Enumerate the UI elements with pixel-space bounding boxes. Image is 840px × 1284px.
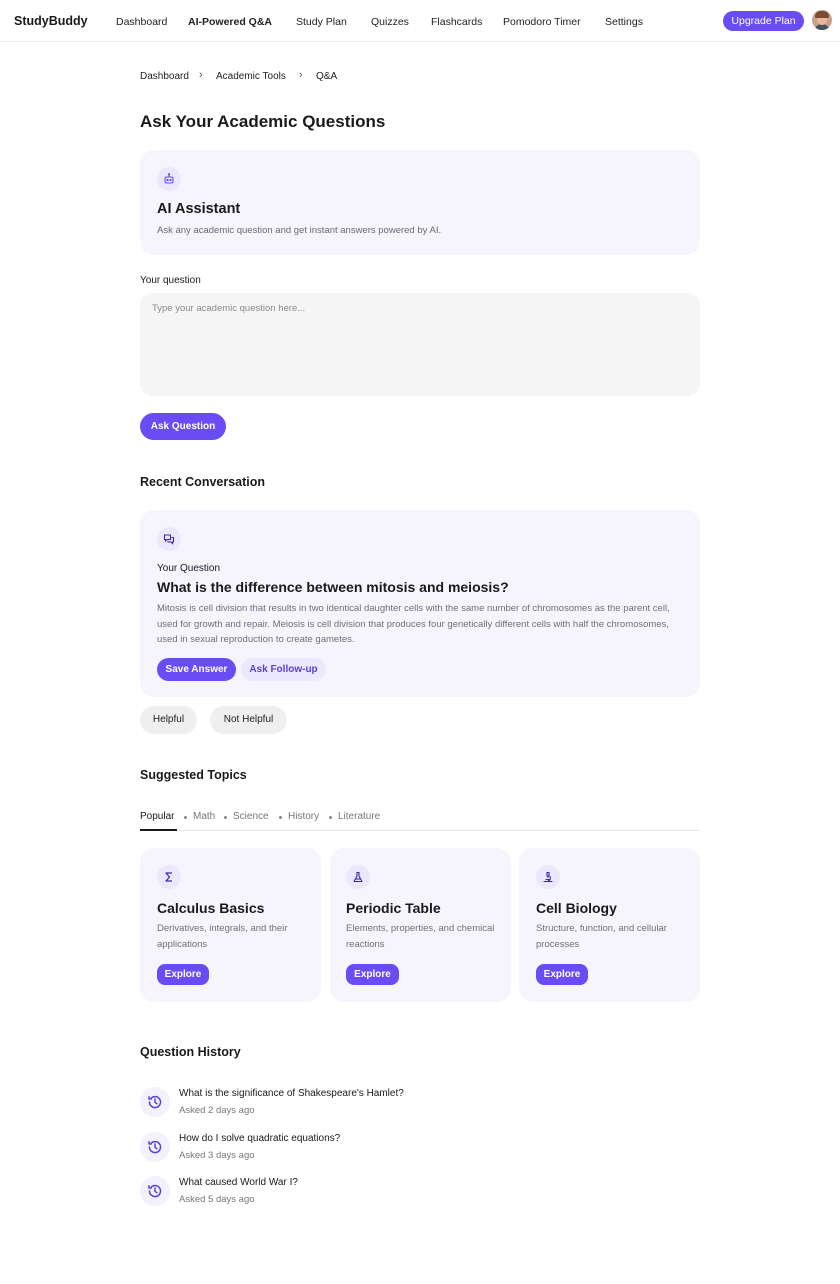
nav-item-study-plan[interactable]: Study Plan	[296, 16, 347, 28]
avatar[interactable]	[812, 10, 832, 30]
tab-history[interactable]: History	[288, 811, 319, 822]
history-icon	[140, 1132, 170, 1162]
recent-conversation-title: Recent Conversation	[140, 475, 266, 489]
explore-button[interactable]: Explore	[346, 964, 399, 985]
not-helpful-button[interactable]: Not Helpful	[210, 706, 287, 734]
history-question[interactable]: How do I solve quadratic equations?	[179, 1133, 340, 1144]
tab-separator-dot	[279, 816, 282, 819]
nav-item-settings[interactable]: Settings	[605, 16, 643, 28]
breadcrumb-academic-tools[interactable]: Academic Tools	[216, 71, 286, 82]
conversation-answer: Mitosis is cell division that results in…	[157, 603, 670, 645]
breadcrumb-dashboard[interactable]: Dashboard	[140, 71, 189, 82]
nav-item-dashboard[interactable]: Dashboard	[116, 16, 167, 28]
history-icon	[140, 1087, 170, 1117]
page-title: Ask Your Academic Questions	[140, 112, 386, 131]
upgrade-plan-button[interactable]: Upgrade Plan	[723, 11, 804, 31]
tab-literature[interactable]: Literature	[338, 811, 380, 822]
explore-button[interactable]: Explore	[536, 964, 588, 985]
nav-item-pomodoro[interactable]: Pomodoro Timer	[503, 16, 581, 28]
history-time: Asked 5 days ago	[179, 1194, 255, 1205]
conversation-question: What is the difference between mitosis a…	[157, 579, 509, 595]
ask-question-button[interactable]: Ask Question	[140, 413, 226, 440]
question-history-title: Question History	[140, 1045, 241, 1059]
active-tab-indicator	[140, 829, 177, 831]
tab-separator-dot	[224, 816, 227, 819]
tab-separator-dot	[329, 816, 332, 819]
history-question[interactable]: What caused World War I?	[179, 1177, 298, 1188]
avatar-hair	[815, 11, 829, 18]
your-question-label: Your Question	[157, 563, 221, 574]
chevron-right-icon: ›	[299, 69, 303, 81]
tab-popular[interactable]: Popular	[140, 811, 174, 822]
explore-button[interactable]: Explore	[157, 964, 209, 985]
ask-follow-up-button[interactable]: Ask Follow-up	[241, 658, 326, 681]
nav-item-quizzes[interactable]: Quizzes	[371, 16, 409, 28]
topic-title: Calculus Basics	[157, 900, 265, 916]
tab-separator-dot	[184, 816, 187, 819]
chevron-right-icon: ›	[199, 69, 203, 81]
save-answer-button[interactable]: Save Answer	[157, 658, 236, 681]
topic-description: Elements, properties, and chemical react…	[346, 923, 495, 950]
microscope-icon	[536, 865, 560, 889]
question-label: Your question	[140, 275, 201, 286]
nav-item-flashcards[interactable]: Flashcards	[431, 16, 482, 28]
suggested-topics-title: Suggested Topics	[140, 768, 247, 782]
flask-icon	[346, 865, 370, 889]
chat-bubbles-icon	[157, 527, 181, 551]
topic-description: Structure, function, and cellular proces…	[536, 923, 667, 950]
assistant-title: AI Assistant	[157, 201, 241, 217]
nav-item-ai-qa[interactable]: AI-Powered Q&A	[188, 16, 272, 28]
history-time: Asked 2 days ago	[179, 1105, 255, 1116]
history-time: Asked 3 days ago	[179, 1150, 255, 1161]
helpful-button[interactable]: Helpful	[140, 706, 197, 734]
tab-science[interactable]: Science	[233, 811, 269, 822]
robot-icon	[157, 167, 181, 191]
top-nav: StudyBuddy Dashboard AI-Powered Q&A Stud…	[0, 0, 840, 42]
brand-logo[interactable]: StudyBuddy	[14, 14, 88, 28]
question-input[interactable]	[140, 293, 700, 396]
history-icon	[140, 1176, 170, 1206]
breadcrumb-qa: Q&A	[316, 71, 338, 82]
topic-title: Cell Biology	[536, 900, 617, 916]
topic-description: Derivatives, integrals, and their applic…	[157, 923, 288, 950]
tab-math[interactable]: Math	[193, 811, 215, 822]
sigma-icon	[157, 865, 181, 889]
tab-divider	[140, 830, 700, 831]
assistant-subtitle: Ask any academic question and get instan…	[157, 225, 442, 236]
topic-title: Periodic Table	[346, 900, 441, 916]
history-question[interactable]: What is the significance of Shakespeare'…	[179, 1088, 404, 1099]
